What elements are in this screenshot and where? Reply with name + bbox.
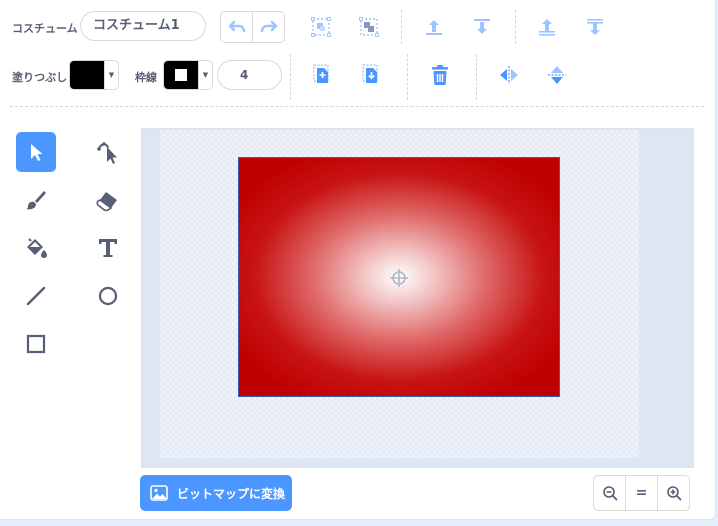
paint-bucket-icon — [27, 238, 47, 258]
zoom-in-button[interactable] — [657, 476, 689, 510]
brush-icon — [26, 191, 46, 210]
flip-horizontal-icon — [500, 66, 518, 84]
zoom-in-icon — [666, 486, 681, 501]
group-button[interactable] — [307, 13, 335, 41]
fill-tool[interactable] — [16, 228, 56, 268]
toolbar-divider — [10, 106, 704, 107]
send-to-back-icon — [587, 19, 603, 35]
zoom-controls: = — [593, 475, 690, 511]
backward-button[interactable] — [468, 13, 496, 41]
outline-label: 枠線 — [135, 71, 157, 84]
bring-to-front-icon — [539, 19, 555, 36]
zoom-out-button[interactable] — [594, 476, 625, 510]
select-tool[interactable] — [16, 132, 56, 172]
arrow-down-icon — [474, 19, 490, 34]
copy-button[interactable] — [308, 60, 336, 88]
circle-icon — [98, 286, 118, 306]
convert-to-bitmap-label: ビットマップに変換 — [177, 486, 286, 501]
arrow-up-icon — [426, 20, 442, 35]
divider — [290, 54, 291, 100]
fill-color-picker[interactable]: ▼ — [69, 60, 119, 90]
outline-inner-square — [175, 69, 187, 81]
undo-button[interactable] — [221, 12, 252, 42]
paint-editor: コスチューム コスチューム1 塗りつぶし ▼ 枠線 ▼ 4 ビットマップに変換 … — [0, 0, 716, 520]
flip-horizontal-button[interactable] — [495, 61, 523, 89]
copy-icon — [313, 64, 329, 83]
zoom-out-icon — [602, 486, 617, 501]
caret-down-icon: ▼ — [104, 61, 118, 89]
arrow-pointer-icon — [31, 144, 43, 161]
fill-label: 塗りつぶし — [12, 71, 68, 84]
rectangle-tool[interactable] — [16, 324, 56, 364]
flip-vertical-icon — [548, 66, 566, 84]
convert-to-bitmap-button[interactable]: ビットマップに変換 — [140, 475, 292, 511]
forward-button[interactable] — [420, 13, 448, 41]
undo-icon — [228, 20, 245, 33]
ungroup-button[interactable] — [355, 13, 383, 41]
caret-down-icon: ▼ — [198, 61, 212, 89]
redo-icon — [260, 20, 277, 33]
text-tool[interactable] — [88, 228, 128, 268]
divider — [407, 54, 408, 100]
outline-color-swatch — [164, 61, 198, 89]
square-icon — [26, 334, 46, 354]
fill-color-swatch — [70, 61, 104, 89]
text-t-icon — [99, 239, 117, 257]
outline-color-picker[interactable]: ▼ — [163, 60, 213, 90]
line-tool[interactable] — [16, 276, 56, 316]
reshape-pointer-icon — [97, 142, 117, 164]
trash-icon — [432, 65, 448, 85]
reshape-tool[interactable] — [88, 132, 128, 172]
paste-button[interactable] — [357, 60, 385, 88]
eraser-tool[interactable] — [88, 180, 128, 220]
front-button[interactable] — [533, 13, 561, 41]
paste-icon — [362, 64, 378, 83]
line-icon — [26, 286, 46, 306]
circle-tool[interactable] — [88, 276, 128, 316]
divider — [476, 54, 477, 100]
eraser-icon — [96, 192, 117, 212]
divider — [515, 10, 516, 44]
delete-button[interactable] — [426, 61, 454, 89]
redo-button[interactable] — [252, 12, 284, 42]
costume-name-input[interactable]: コスチューム1 — [80, 11, 206, 41]
ungroup-icon — [359, 17, 379, 37]
group-icon — [311, 17, 331, 37]
zoom-reset-button[interactable]: = — [625, 476, 657, 510]
costume-center-crosshair-icon — [390, 269, 408, 287]
back-button[interactable] — [581, 13, 609, 41]
divider — [401, 10, 402, 44]
undo-redo-group — [220, 11, 285, 43]
image-icon — [150, 485, 168, 501]
flip-vertical-button[interactable] — [543, 61, 571, 89]
outline-width-input[interactable]: 4 — [217, 60, 282, 90]
costume-label: コスチューム — [12, 22, 78, 35]
brush-tool[interactable] — [16, 180, 56, 220]
